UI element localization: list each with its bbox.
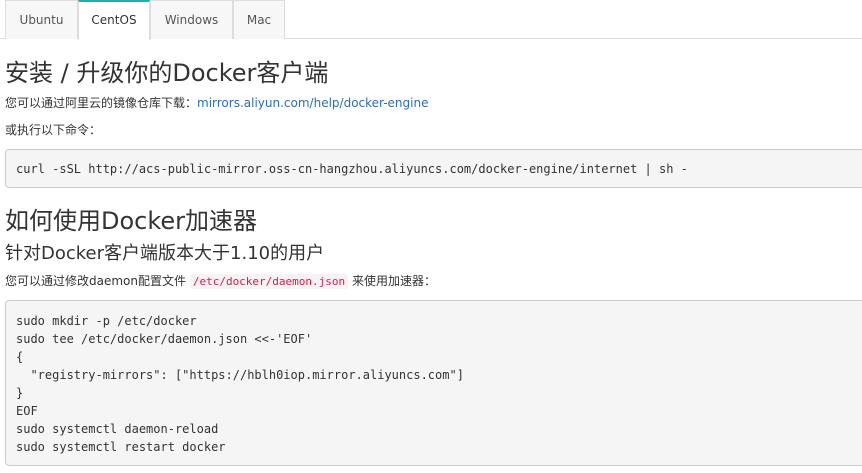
modify-paragraph: 您可以通过修改daemon配置文件 /etc/docker/daemon.jso… <box>5 272 436 291</box>
mirror-link[interactable]: mirrors.aliyun.com/help/docker-engine <box>197 96 428 110</box>
tab-ubuntu[interactable]: Ubuntu <box>5 0 78 39</box>
daemon-config-code[interactable]: sudo mkdir -p /etc/docker sudo tee /etc/d… <box>5 300 862 466</box>
code-line: "registry-mirrors": ["https://hblh0iop.m… <box>16 368 464 382</box>
code-line: } <box>16 386 24 400</box>
code-line: sudo tee /etc/docker/daemon.json <<-'EOF… <box>16 332 313 346</box>
version-subheading: 针对Docker客户端版本大于1.10的用户 <box>5 243 325 264</box>
tab-windows[interactable]: Windows <box>150 0 233 39</box>
code-line: EOF <box>16 404 38 418</box>
install-heading: 安装 / 升级你的Docker客户端 <box>5 59 329 87</box>
accelerator-heading: 如何使用Docker加速器 <box>5 207 258 235</box>
code-line: sudo systemctl daemon-reload <box>16 422 219 436</box>
code-line: { <box>16 350 24 364</box>
or-command-text: 或执行以下命令： <box>5 123 102 137</box>
code-line: sudo systemctl restart docker <box>16 440 226 454</box>
tab-centos[interactable]: CentOS <box>78 0 150 40</box>
mirror-paragraph: 您可以通过阿里云的镜像仓库下载：mirrors.aliyun.com/help/… <box>5 94 428 112</box>
tab-mac[interactable]: Mac <box>233 0 285 39</box>
os-tab-bar: Ubuntu CentOS Windows Mac <box>0 0 862 40</box>
code-line: sudo mkdir -p /etc/docker <box>16 314 197 328</box>
modify-prefix-text: 您可以通过修改daemon配置文件 <box>5 274 186 288</box>
mirror-text: 您可以通过阿里云的镜像仓库下载： <box>5 96 198 110</box>
install-command-code[interactable]: curl -sSL http://acs-public-mirror.oss-c… <box>5 149 862 188</box>
modify-suffix-text: 来使用加速器： <box>351 274 436 288</box>
config-path-code: /etc/docker/daemon.json <box>189 274 349 289</box>
